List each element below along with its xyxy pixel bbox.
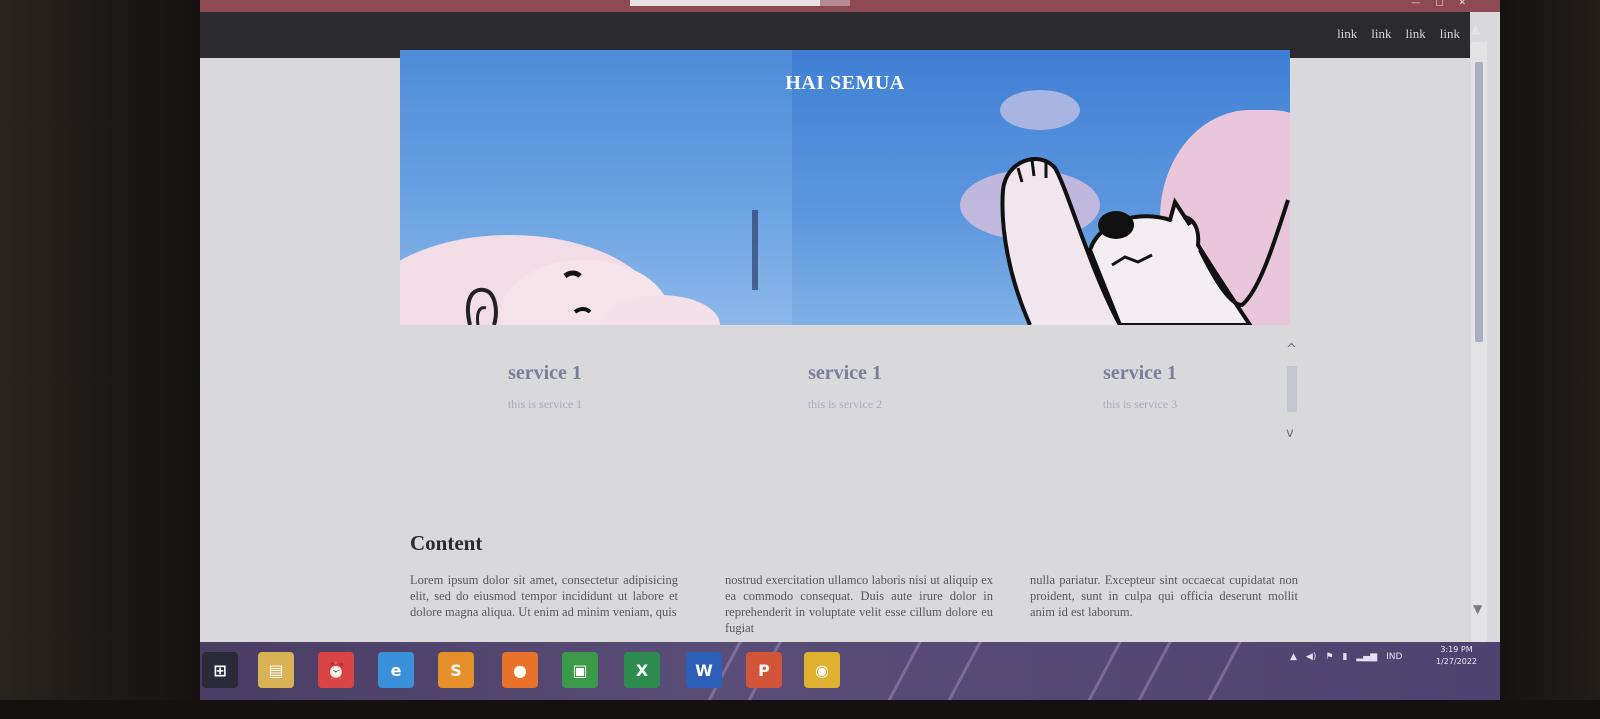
page-scrollbar-thumb[interactable] bbox=[1475, 62, 1483, 342]
battery-icon[interactable]: ▮ bbox=[1342, 652, 1347, 662]
file-explorer-icon[interactable]: ▤ bbox=[258, 652, 294, 688]
monitor-bezel-left bbox=[0, 0, 200, 719]
flag-icon[interactable]: ⚑ bbox=[1325, 652, 1333, 662]
powerpoint-icon[interactable]: P bbox=[746, 652, 782, 688]
content-column-3: nulla pariatur. Excepteur sint occaecat … bbox=[1030, 573, 1298, 619]
hero-title: HAI SEMUA bbox=[785, 72, 905, 94]
taskbar-decoration bbox=[939, 642, 984, 700]
system-tray: ▲ ◀) ⚑ ▮ ▂▄▆ IND bbox=[1290, 652, 1402, 662]
sublime-text-icon[interactable]: S bbox=[438, 652, 474, 688]
content-column-2: nostrud exercitation ullamco laboris nis… bbox=[725, 573, 993, 635]
services-scrollbar-thumb[interactable] bbox=[1287, 366, 1297, 412]
services-scrollbar[interactable]: ^ v bbox=[1282, 342, 1302, 442]
windows-taskbar: ⊞ ▤ ⏰ e S ● ▣ X W P ◉ ▲ ◀) ⚑ ▮ ▂▄▆ IND 3:19 PM 1/2… bbox=[200, 642, 1500, 700]
service-title: service 1 bbox=[1103, 362, 1177, 384]
alarm-app-icon[interactable]: ⏰ bbox=[318, 652, 354, 688]
service-card-2: service 1 this is service 2 bbox=[705, 362, 985, 412]
service-title: service 1 bbox=[508, 362, 582, 384]
nav-links: link link link link bbox=[1337, 26, 1460, 42]
service-description: this is service 3 bbox=[1102, 397, 1178, 411]
nav-link-2[interactable]: link bbox=[1371, 26, 1391, 42]
nav-link-1[interactable]: link bbox=[1337, 26, 1357, 42]
firefox-icon[interactable]: ● bbox=[502, 652, 538, 688]
internet-explorer-icon[interactable]: e bbox=[378, 652, 414, 688]
service-description: this is service 1 bbox=[507, 397, 583, 411]
screen: — ▢ ✕ link link link link ▲ ▼ HAI SEMUA … bbox=[200, 0, 1500, 700]
taskbar-decoration bbox=[1079, 642, 1124, 700]
clock-time: 3:19 PM bbox=[1440, 645, 1473, 654]
service-title: service 1 bbox=[808, 362, 882, 384]
browser-tab[interactable] bbox=[820, 0, 850, 6]
content-heading: Content bbox=[410, 531, 483, 555]
network-icon[interactable]: ▂▄▆ bbox=[1356, 652, 1377, 662]
monitor-bezel-right bbox=[1500, 0, 1600, 719]
tray-overflow-icon[interactable]: ▲ bbox=[1290, 652, 1297, 662]
hero-banner: HAI SEMUA bbox=[400, 50, 1290, 325]
chrome-icon[interactable]: ◉ bbox=[804, 652, 840, 688]
service-card-3: service 1 this is service 3 bbox=[1000, 362, 1280, 412]
browser-tab-strip: — ▢ ✕ bbox=[200, 0, 1500, 12]
store-icon[interactable]: ▣ bbox=[562, 652, 598, 688]
page-scroll-up-icon[interactable]: ▲ bbox=[1471, 22, 1485, 42]
nav-link-4[interactable]: link bbox=[1440, 26, 1460, 42]
word-icon[interactable]: W bbox=[686, 652, 722, 688]
content-column-1: Lorem ipsum dolor sit amet, consectetur … bbox=[410, 573, 678, 619]
taskbar-decoration bbox=[1129, 642, 1174, 700]
chevron-down-icon[interactable]: v bbox=[1286, 426, 1294, 441]
page-scroll-down-icon[interactable]: ▼ bbox=[1473, 602, 1482, 616]
volume-icon[interactable]: ◀) bbox=[1306, 652, 1316, 662]
browser-tab-active[interactable] bbox=[630, 0, 820, 6]
service-card-1: service 1 this is service 1 bbox=[405, 362, 685, 412]
service-description: this is service 2 bbox=[807, 397, 883, 411]
chevron-up-icon[interactable]: ^ bbox=[1286, 342, 1297, 357]
start-button-icon[interactable]: ⊞ bbox=[202, 652, 238, 688]
language-indicator[interactable]: IND bbox=[1386, 652, 1402, 662]
taskbar-decoration bbox=[879, 642, 924, 700]
taskbar-clock[interactable]: 3:19 PM 1/27/2022 bbox=[1436, 644, 1477, 668]
nav-link-3[interactable]: link bbox=[1406, 26, 1426, 42]
clock-date: 1/27/2022 bbox=[1436, 657, 1478, 666]
services-section: service 1 this is service 1 service 1 th… bbox=[400, 330, 1290, 470]
window-controls[interactable]: — ▢ ✕ bbox=[1411, 0, 1472, 8]
excel-icon[interactable]: X bbox=[624, 652, 660, 688]
monitor-bezel-bottom bbox=[0, 700, 1600, 719]
page-scrollbar[interactable]: ▼ bbox=[1471, 42, 1487, 642]
taskbar-decoration bbox=[1199, 642, 1244, 700]
